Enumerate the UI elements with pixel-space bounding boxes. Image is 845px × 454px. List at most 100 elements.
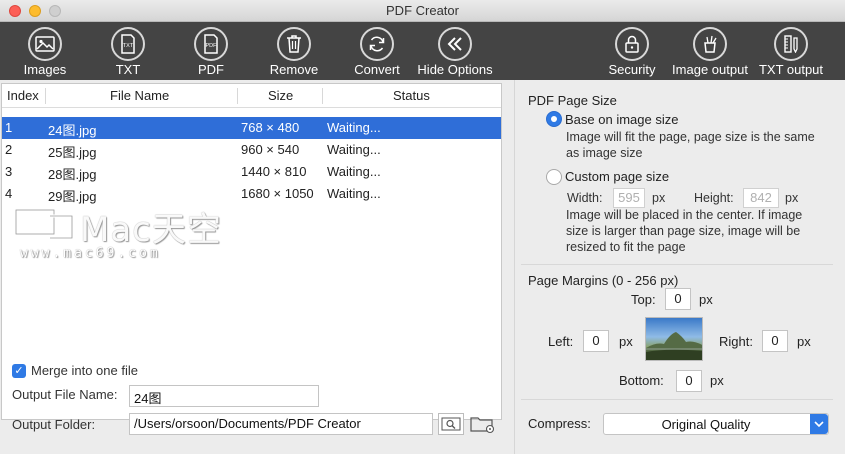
watermark-url: www.mac69.com xyxy=(20,246,161,261)
table-row[interactable]: 2 25图.jpg 960 × 540 Waiting... xyxy=(2,139,501,161)
compress-value: Original Quality xyxy=(661,417,751,432)
txt-output-button[interactable]: TXT output xyxy=(755,22,827,80)
output-folder-field[interactable]: /Users/orsoon/Documents/PDF Creator xyxy=(129,413,433,435)
custom-description-line-3: resized to fit the page xyxy=(566,240,686,254)
security-button[interactable]: Security xyxy=(604,22,660,80)
row-index: 4 xyxy=(5,186,13,201)
custom-page-size-label[interactable]: Custom page size xyxy=(565,169,669,184)
pdf-label: PDF xyxy=(198,62,224,77)
security-label: Security xyxy=(608,62,656,77)
column-header-status[interactable]: Status xyxy=(393,88,430,103)
image-output-button[interactable]: Image output xyxy=(668,22,752,80)
image-output-label: Image output xyxy=(672,62,748,77)
row-file-name: 24图.jpg xyxy=(48,123,97,138)
row-file-name: 28图.jpg xyxy=(48,167,97,182)
width-label: Width: xyxy=(567,191,603,205)
images-icon xyxy=(28,27,62,61)
row-status: Waiting... xyxy=(327,186,381,201)
output-file-name-label: Output File Name: xyxy=(12,387,118,402)
row-index: 3 xyxy=(5,164,13,179)
row-status: Waiting... xyxy=(327,120,381,135)
reveal-folder-button[interactable] xyxy=(438,413,464,435)
left-margin-unit: px xyxy=(619,334,633,349)
options-panel: PDF Page Size Base on image size Image w… xyxy=(515,80,845,454)
monitor-logo-icon xyxy=(14,208,74,240)
width-field[interactable]: 595 xyxy=(613,188,645,208)
left-margin-label: Left: xyxy=(548,334,574,349)
txt-label: TXT xyxy=(115,62,141,77)
column-divider xyxy=(237,88,238,104)
convert-button[interactable]: Convert xyxy=(350,22,404,80)
row-file-name: 25图.jpg xyxy=(48,145,97,160)
row-status: Waiting... xyxy=(327,164,381,179)
column-divider xyxy=(322,88,323,104)
compress-select[interactable]: Original Quality xyxy=(603,413,829,435)
base-on-image-size-label[interactable]: Base on image size xyxy=(565,112,678,127)
column-header-size[interactable]: Size xyxy=(268,88,293,103)
base-on-image-size-radio[interactable] xyxy=(546,111,562,127)
table-header: Index File Name Size Status xyxy=(2,84,501,108)
watermark: Mac天空 www.mac69.com xyxy=(14,204,224,264)
bottom-margin-label: Bottom: xyxy=(619,373,664,388)
custom-description-line-1: Image will be placed in the center. If i… xyxy=(566,208,803,222)
svg-text:PDF: PDF xyxy=(206,43,218,49)
output-file-name-field[interactable]: 24图 xyxy=(129,385,319,407)
row-size: 1440 × 810 xyxy=(241,164,307,179)
output-folder-label: Output Folder: xyxy=(12,417,96,432)
row-size: 1680 × 1050 xyxy=(241,186,314,201)
title-bar: PDF Creator xyxy=(0,0,845,22)
watermark-brand: Mac天空 xyxy=(80,210,222,250)
hide-options-label: Hide Options xyxy=(417,62,493,77)
merge-label: Merge into one file xyxy=(31,363,138,378)
height-field[interactable]: 842 xyxy=(743,188,779,208)
row-index: 2 xyxy=(5,142,13,157)
top-margin-field[interactable]: 0 xyxy=(665,288,691,310)
folder-settings-icon xyxy=(470,417,495,434)
height-unit: px xyxy=(785,191,799,205)
convert-label: Convert xyxy=(354,62,400,77)
svg-text:TXT: TXT xyxy=(123,43,134,49)
toolbar: Images TXT TXT PDF PDF Remove Convert Hi… xyxy=(0,22,845,80)
right-margin-label: Right: xyxy=(719,334,753,349)
refresh-icon xyxy=(360,27,394,61)
row-index: 1 xyxy=(5,120,13,135)
images-label: Images xyxy=(23,62,67,77)
height-label: Height: xyxy=(694,191,734,205)
txt-file-icon: TXT xyxy=(111,27,145,61)
column-header-file-name[interactable]: File Name xyxy=(110,88,169,103)
checkmark-icon: ✓ xyxy=(12,363,26,378)
section-divider xyxy=(521,264,833,265)
images-button[interactable]: Images xyxy=(18,22,72,80)
column-divider xyxy=(45,88,46,104)
row-size: 768 × 480 xyxy=(241,120,300,135)
table-row[interactable]: 1 24图.jpg 768 × 480 Waiting... xyxy=(2,117,501,139)
page-size-heading: PDF Page Size xyxy=(528,93,617,108)
lock-icon xyxy=(615,27,649,61)
base-description-line-1: Image will fit the page, page size is th… xyxy=(566,130,815,144)
row-size: 960 × 540 xyxy=(241,142,300,157)
pdf-file-icon: PDF xyxy=(194,27,228,61)
window-title: PDF Creator xyxy=(386,3,459,18)
table-row[interactable]: 4 29图.jpg 1680 × 1050 Waiting... xyxy=(2,183,501,205)
compress-label: Compress: xyxy=(528,416,591,431)
row-status: Waiting... xyxy=(327,142,381,157)
custom-page-size-radio[interactable] xyxy=(546,169,562,185)
top-margin-unit: px xyxy=(699,292,713,307)
width-unit: px xyxy=(652,191,666,205)
remove-button[interactable]: Remove xyxy=(265,22,323,80)
bottom-margin-field[interactable]: 0 xyxy=(676,370,702,392)
right-margin-field[interactable]: 0 xyxy=(762,330,788,352)
top-margin-label: Top: xyxy=(631,292,656,307)
column-header-index[interactable]: Index xyxy=(7,88,39,103)
txt-button[interactable]: TXT TXT xyxy=(104,22,152,80)
page-preview-image xyxy=(645,317,703,361)
choose-folder-button[interactable] xyxy=(470,413,496,435)
pdf-button[interactable]: PDF PDF xyxy=(187,22,235,80)
chevron-down-icon[interactable] xyxy=(810,414,828,434)
ruler-pencil-icon xyxy=(774,27,808,61)
hide-options-button[interactable]: Hide Options xyxy=(414,22,496,80)
table-row[interactable]: 3 28图.jpg 1440 × 810 Waiting... xyxy=(2,161,501,183)
left-margin-field[interactable]: 0 xyxy=(583,330,609,352)
double-chevron-left-icon xyxy=(438,27,472,61)
merge-checkbox[interactable]: ✓ Merge into one file xyxy=(12,363,138,378)
